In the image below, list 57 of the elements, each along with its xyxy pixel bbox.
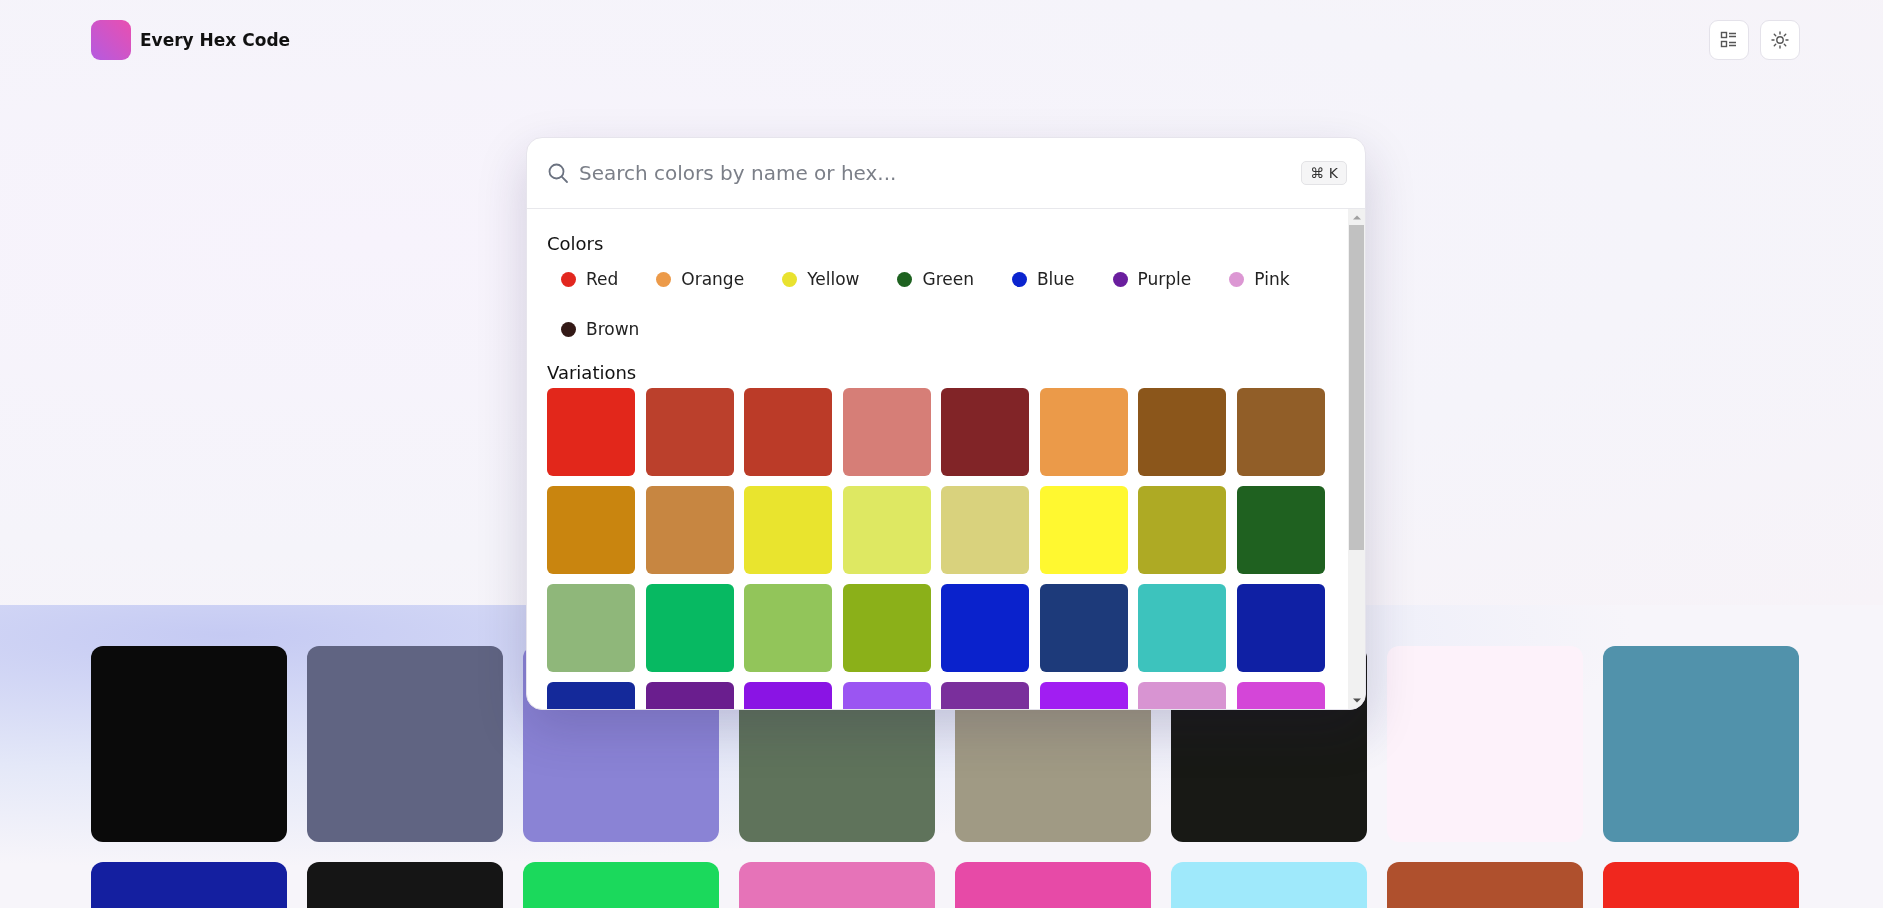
color-swatch[interactable] <box>744 486 832 574</box>
color-label: Purple <box>1137 269 1192 289</box>
section-heading: Variations <box>547 362 638 383</box>
color-swatch[interactable] <box>645 388 734 476</box>
list-layout-icon <box>1720 31 1738 49</box>
search-icon <box>547 162 569 184</box>
color-swatch[interactable] <box>1236 388 1325 476</box>
color-swatch[interactable] <box>1039 584 1128 672</box>
color-swatch[interactable] <box>1236 584 1325 672</box>
color-swatch[interactable] <box>941 486 1029 574</box>
color-swatch[interactable] <box>1039 388 1128 476</box>
color-label: Red <box>586 269 619 289</box>
color-label: Yellow <box>807 269 860 289</box>
color-option[interactable]: Green <box>897 260 974 298</box>
sun-icon <box>1771 31 1789 49</box>
keyboard-shortcut: ⌘ K <box>1301 161 1347 185</box>
color-swatch[interactable] <box>1236 486 1325 574</box>
color-swatch[interactable] <box>547 584 635 672</box>
color-swatch[interactable] <box>842 388 931 476</box>
color-swatch[interactable] <box>307 646 503 842</box>
color-label: Blue <box>1036 269 1075 289</box>
color-swatch[interactable] <box>1138 486 1226 574</box>
color-swatch[interactable] <box>1138 388 1226 476</box>
color-label: Orange <box>681 269 745 289</box>
list-view-button[interactable] <box>1709 20 1749 60</box>
color-label: Brown <box>586 319 640 339</box>
theme-toggle-button[interactable] <box>1760 20 1800 60</box>
color-option[interactable]: Purple <box>1112 260 1192 298</box>
color-option[interactable]: Brown <box>561 310 640 348</box>
color-swatch[interactable] <box>91 646 287 842</box>
color-option[interactable]: Orange <box>656 260 745 298</box>
color-swatch[interactable] <box>547 388 635 476</box>
logo-icon[interactable] <box>91 20 131 60</box>
color-swatch[interactable] <box>842 486 931 574</box>
color-label: Pink <box>1254 269 1290 289</box>
color-option[interactable]: Blue <box>1011 260 1075 298</box>
color-swatch[interactable] <box>744 388 832 476</box>
color-swatch[interactable] <box>941 584 1029 672</box>
color-option[interactable]: Pink <box>1229 260 1290 298</box>
color-swatch[interactable] <box>941 388 1029 476</box>
scrollbar[interactable] <box>1348 209 1365 709</box>
color-swatch[interactable] <box>645 486 734 574</box>
color-swatch[interactable] <box>1138 584 1226 672</box>
color-swatch[interactable] <box>1603 646 1799 842</box>
color-swatch[interactable] <box>645 584 734 672</box>
search-field[interactable]: Search colors by name or hex... <box>577 160 1294 186</box>
color-swatch[interactable] <box>744 584 832 672</box>
section-heading: Colors <box>547 233 605 254</box>
scroll-up-icon[interactable] <box>1351 214 1362 220</box>
color-swatch[interactable] <box>842 584 931 672</box>
color-option[interactable]: Yellow <box>782 260 860 298</box>
scroll-down-icon[interactable] <box>1351 698 1362 704</box>
color-swatch[interactable] <box>547 486 635 574</box>
color-swatch[interactable] <box>1039 486 1128 574</box>
color-label: Green <box>922 269 974 289</box>
color-option[interactable]: Red <box>561 260 619 298</box>
site-title[interactable]: Every Hex Code <box>140 30 291 50</box>
